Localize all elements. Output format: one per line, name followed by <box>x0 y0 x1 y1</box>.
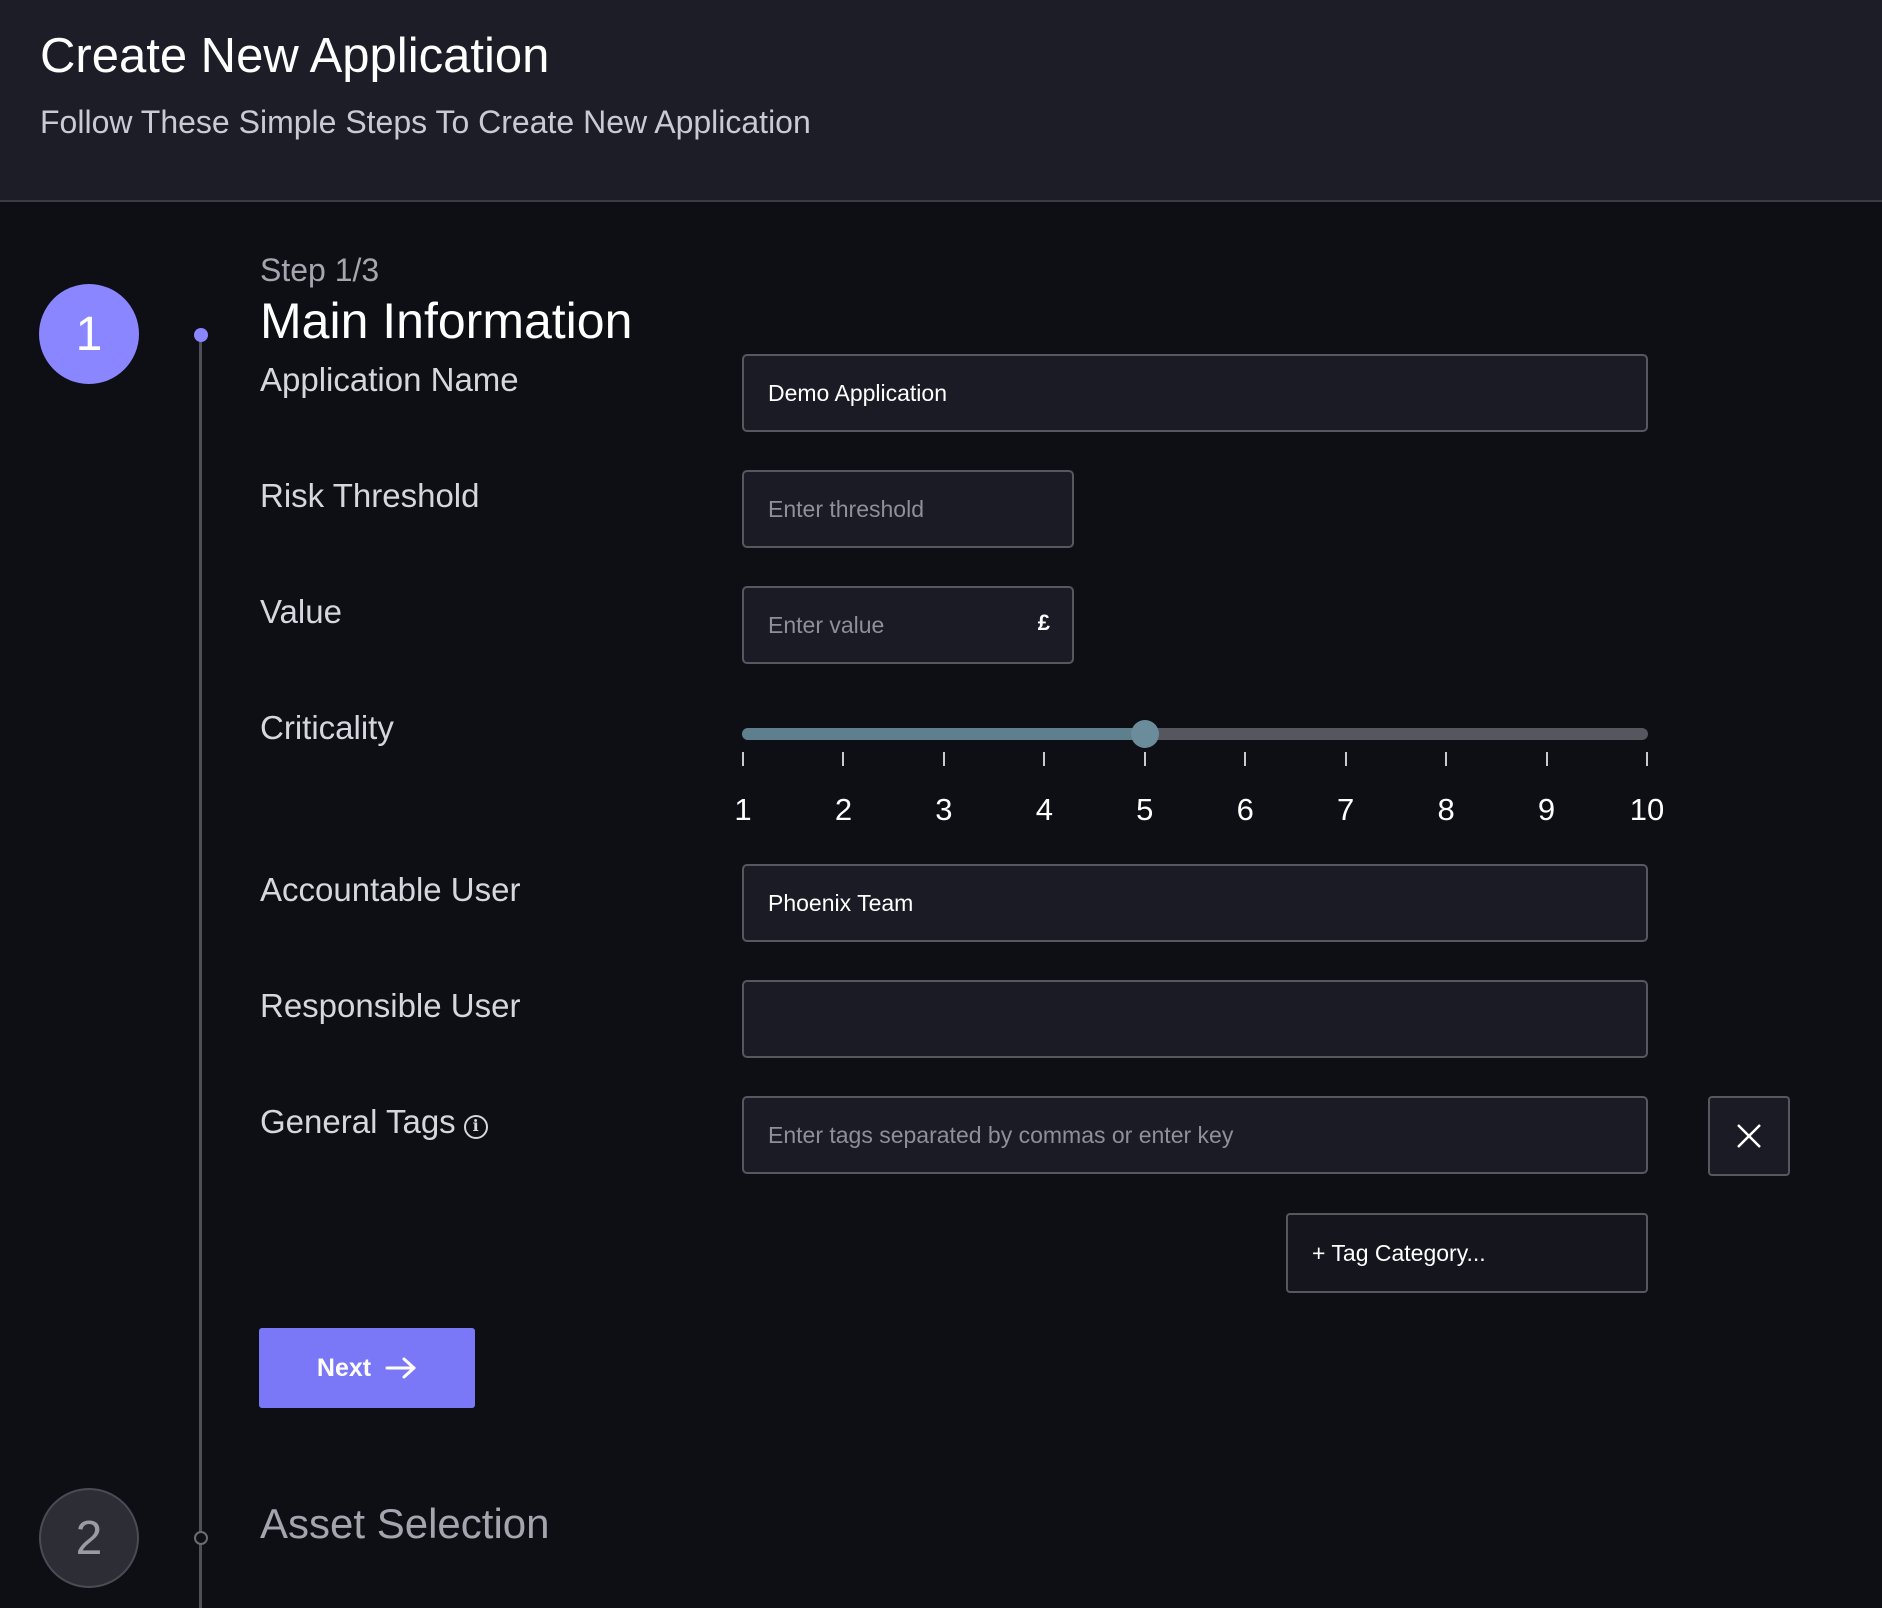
next-step-title: Asset Selection <box>260 1500 550 1547</box>
criticality-tick-label: 3 <box>935 792 953 827</box>
criticality-tick-label: 6 <box>1236 792 1254 827</box>
risk-threshold-field <box>742 470 1074 548</box>
next-button[interactable]: Next <box>259 1328 475 1408</box>
value-field: £ <box>742 586 1074 664</box>
general-tags-label-row: General Tags i <box>260 1102 488 1142</box>
arrow-right-icon <box>385 1357 416 1379</box>
stepper-timeline <box>199 336 202 1608</box>
application-name-input[interactable] <box>744 356 1646 430</box>
currency-symbol: £ <box>1037 610 1050 635</box>
next-button-label: Next <box>316 1353 372 1382</box>
criticality-tick-label: 1 <box>734 792 752 827</box>
criticality-tick <box>942 752 945 766</box>
criticality-tick-label: 4 <box>1035 792 1053 827</box>
value-label: Value <box>260 593 342 630</box>
criticality-tick <box>1244 752 1247 766</box>
criticality-tick-label: 2 <box>834 792 853 827</box>
step-counter: Step 1/3 <box>260 252 380 288</box>
criticality-tick <box>1545 752 1548 766</box>
page-subtitle: Follow These Simple Steps To Create New … <box>40 104 811 140</box>
step-title: Main Information <box>260 293 633 349</box>
criticality-tick <box>742 752 744 766</box>
responsible-user-field <box>742 980 1648 1058</box>
close-icon <box>1737 1124 1761 1148</box>
application-name-field <box>742 354 1648 432</box>
criticality-slider-handle[interactable] <box>1130 720 1159 748</box>
risk-threshold-label: Risk Threshold <box>260 477 480 514</box>
criticality-slider[interactable] <box>742 720 1648 748</box>
criticality-tick <box>842 752 845 766</box>
accountable-user-field <box>742 864 1648 942</box>
criticality-tick <box>1043 752 1046 766</box>
criticality-tick-label: 10 <box>1629 792 1665 827</box>
general-tags-input[interactable] <box>744 1098 1646 1172</box>
general-tags-field <box>742 1096 1648 1174</box>
page-title: Create New Application <box>40 29 550 83</box>
value-input[interactable] <box>744 588 1072 662</box>
criticality-tick-label: 9 <box>1537 792 1556 827</box>
step-indicator-1: 1 <box>39 284 139 384</box>
step-dot-active <box>194 328 208 342</box>
risk-threshold-input[interactable] <box>744 472 1072 546</box>
clear-tags-button[interactable] <box>1708 1096 1790 1176</box>
page: Create New Application Follow These Simp… <box>0 0 1882 1608</box>
accountable-user-input[interactable] <box>744 866 1646 940</box>
accountable-user-label: Accountable User <box>260 871 521 908</box>
general-tags-label: General Tags <box>260 1103 456 1140</box>
step-dot-inactive <box>194 1531 208 1545</box>
criticality-tick <box>1143 752 1146 766</box>
responsible-user-label: Responsible User <box>260 987 521 1024</box>
info-icon[interactable]: i <box>463 1115 488 1139</box>
criticality-tick-label: 7 <box>1337 792 1355 827</box>
criticality-tick-label: 5 <box>1136 792 1154 827</box>
application-name-label: Application Name <box>260 361 519 398</box>
criticality-label: Criticality <box>260 709 394 746</box>
responsible-user-input[interactable] <box>744 982 1646 1056</box>
criticality-tick <box>1646 752 1648 766</box>
criticality-tick <box>1344 752 1347 766</box>
criticality-slider-fill <box>742 728 1145 740</box>
page-header: Create New Application Follow These Simp… <box>0 0 1882 202</box>
add-tag-category-button[interactable]: + Tag Category... <box>1286 1213 1648 1293</box>
step-indicator-2: 2 <box>39 1488 139 1588</box>
criticality-tick <box>1445 752 1448 766</box>
criticality-tick-label: 8 <box>1437 792 1455 827</box>
